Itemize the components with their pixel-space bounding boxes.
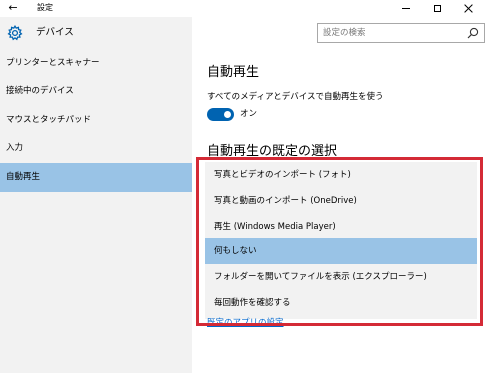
gear-icon — [7, 25, 23, 41]
minimize-icon — [402, 8, 410, 9]
sidebar-item-typing[interactable]: 入力 — [0, 134, 192, 163]
search-icon[interactable] — [467, 27, 479, 39]
sidebar-title: デバイス — [36, 27, 74, 38]
sidebar: デバイス プリンターとスキャナー 接続中のデバイス マウスとタッチパッド 入力 … — [0, 17, 192, 373]
annotation-highlight-frame — [196, 157, 483, 326]
minimize-button[interactable] — [390, 0, 422, 17]
autoplay-toggle[interactable] — [207, 108, 234, 121]
maximize-button[interactable] — [421, 0, 453, 17]
search-placeholder: 設定の検索 — [323, 28, 366, 38]
close-icon — [464, 4, 473, 13]
sidebar-item-printers-scanners[interactable]: プリンターとスキャナー — [0, 49, 192, 78]
sidebar-item-mouse-touchpad[interactable]: マウスとタッチパッド — [0, 106, 192, 135]
close-button[interactable] — [452, 0, 484, 17]
sidebar-item-autoplay[interactable]: 自動再生 — [0, 163, 192, 192]
maximize-icon — [433, 5, 441, 12]
autoplay-setting-label: すべてのメディアとデバイスで自動再生を使う — [207, 92, 384, 102]
window-title: 設定 — [37, 3, 53, 12]
title-bar: ← 設定 — [0, 0, 488, 17]
toggle-state-label: オン — [240, 109, 258, 119]
section-title-autoplay: 自動再生 — [207, 65, 260, 80]
sidebar-item-connected-devices[interactable]: 接続中のデバイス — [0, 77, 192, 106]
toggle-knob — [224, 111, 231, 118]
back-arrow-icon[interactable]: ← — [6, 1, 20, 15]
sidebar-header: デバイス — [0, 17, 192, 47]
search-input[interactable]: 設定の検索 — [317, 23, 485, 43]
